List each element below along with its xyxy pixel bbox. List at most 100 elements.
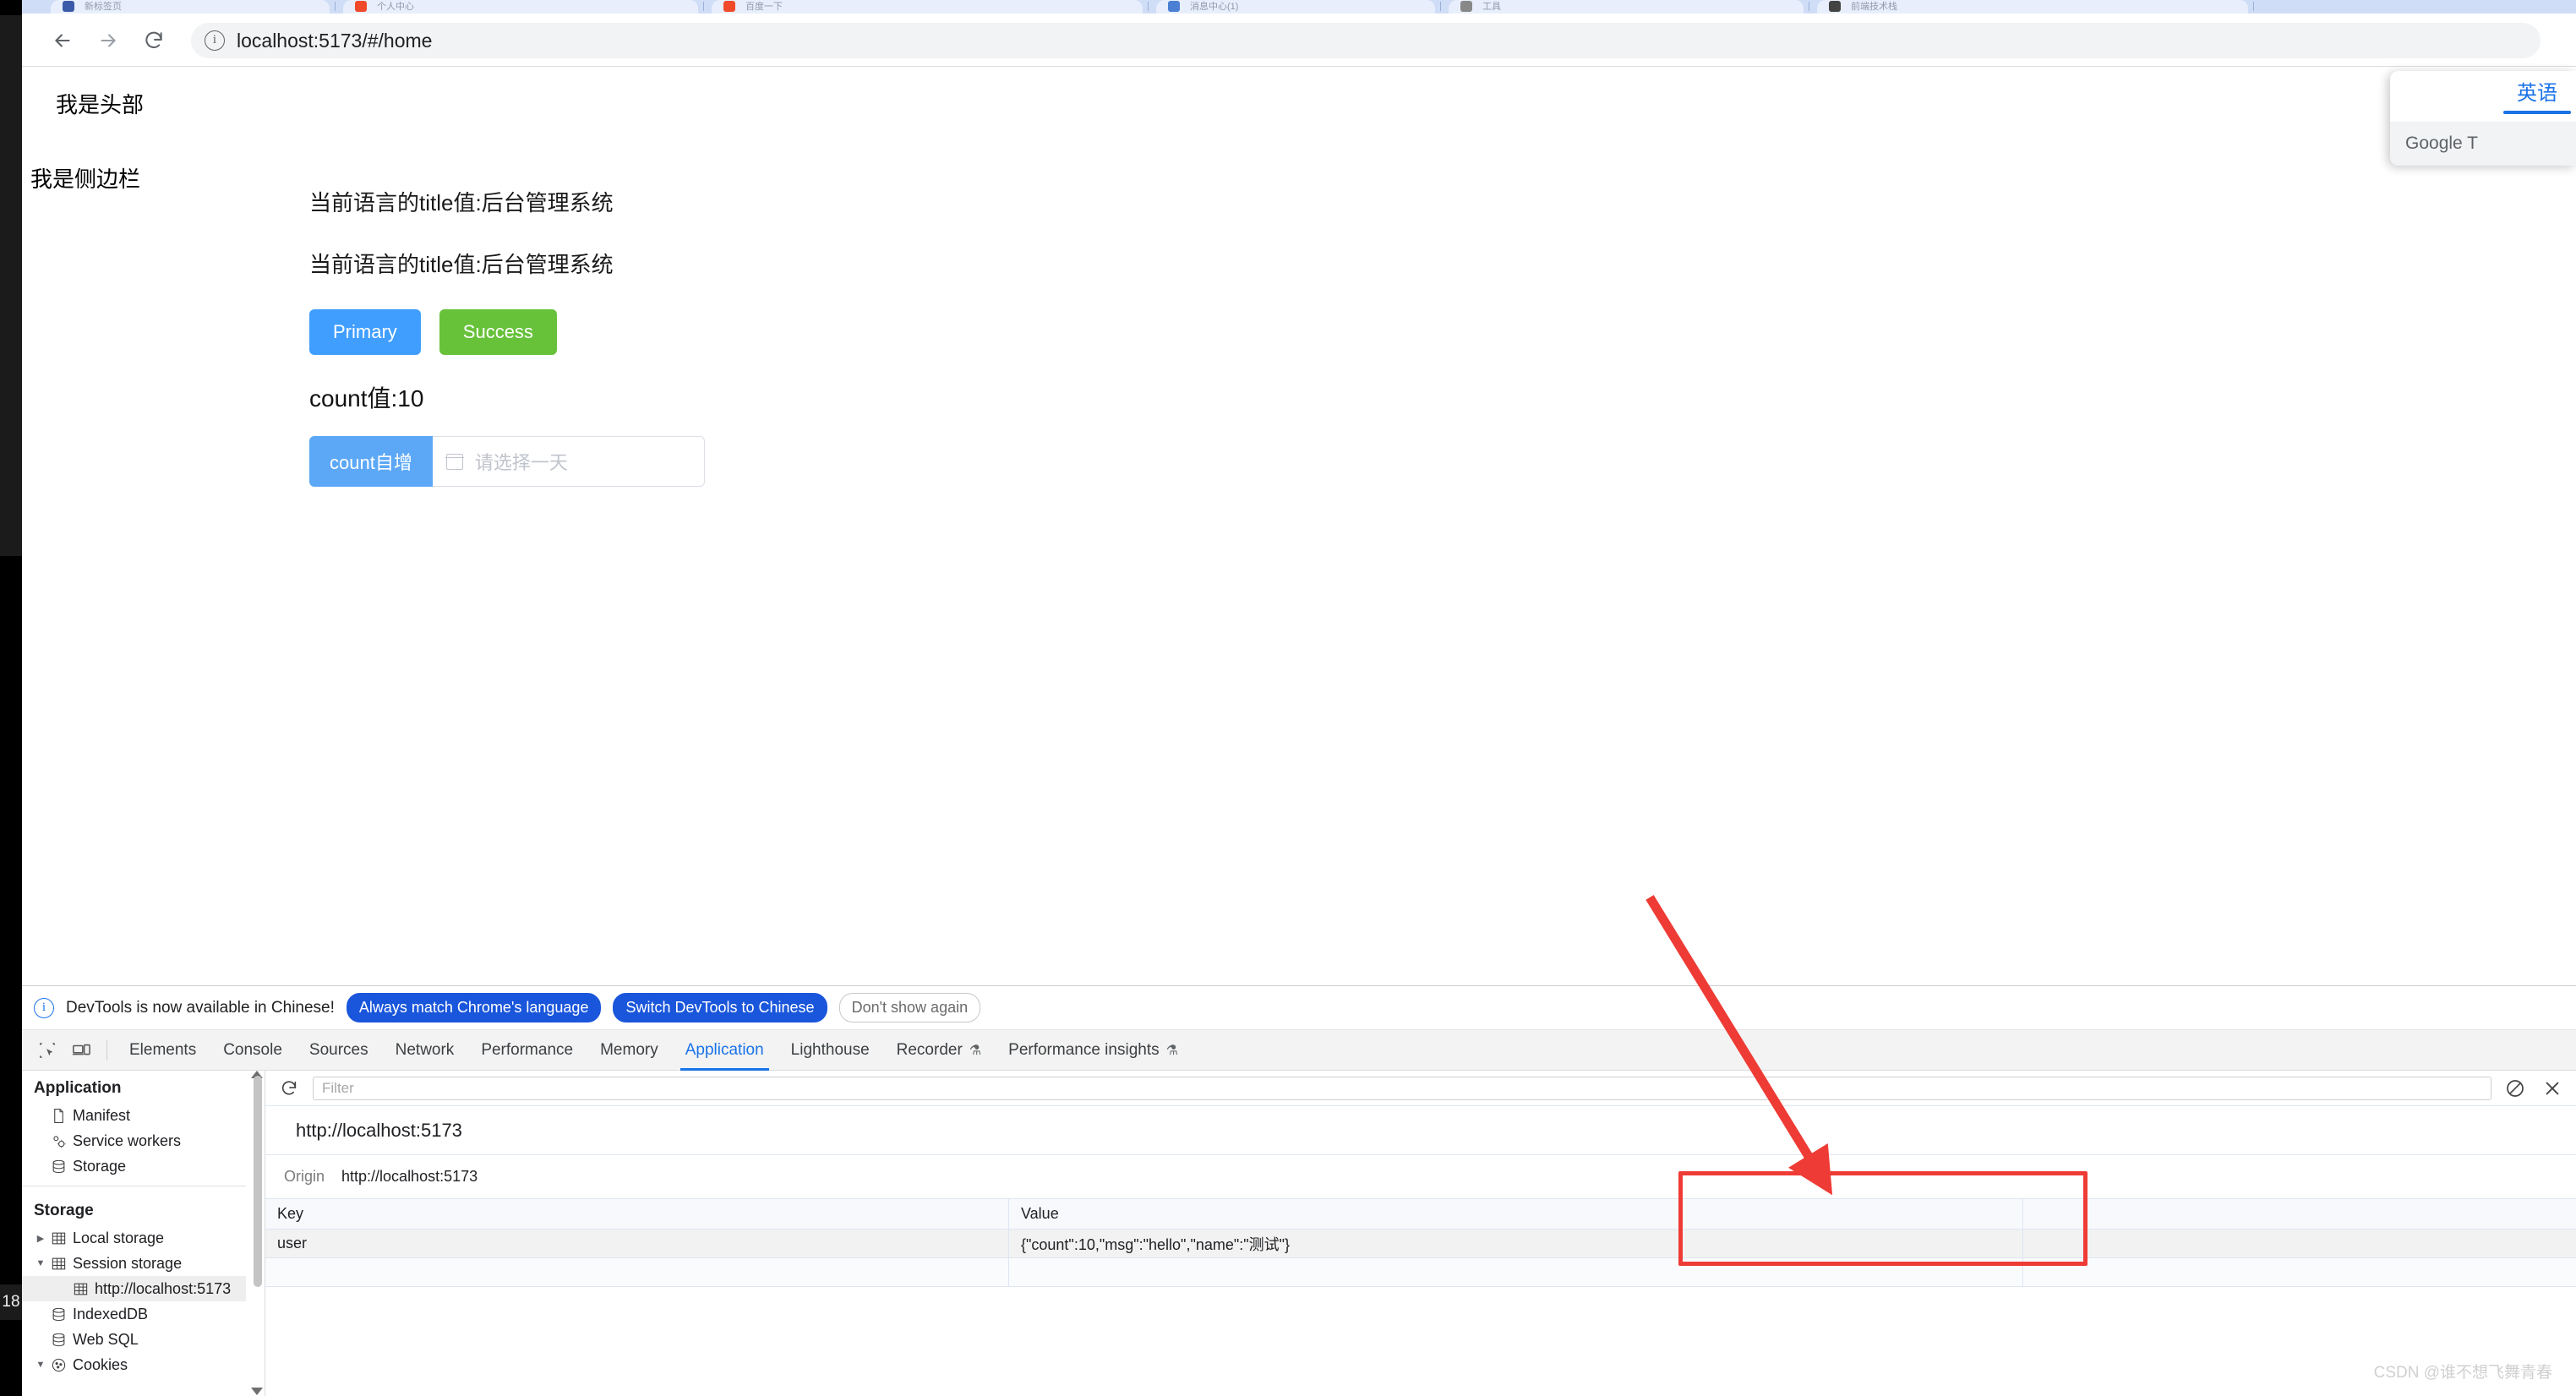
refresh-button[interactable] xyxy=(276,1075,303,1102)
browser-tab-label: 新标签页 xyxy=(85,2,122,12)
date-picker[interactable]: 请选择一天 xyxy=(432,436,705,487)
tab-separator xyxy=(335,2,336,11)
sidebar-item-service-workers[interactable]: Service workers xyxy=(22,1128,246,1153)
devtools-tab-label: Application xyxy=(685,1040,764,1059)
sidebar-item-indexeddb[interactable]: IndexedDB xyxy=(22,1301,246,1327)
arrow-right-icon xyxy=(101,34,116,47)
devtools-tab-sources[interactable]: Sources xyxy=(296,1030,382,1071)
twisty-collapsed-icon[interactable]: ▶ xyxy=(34,1233,47,1244)
devtools-tab-performance-insights[interactable]: Performance insights ⚗ xyxy=(995,1030,1192,1071)
count-display: count值:10 xyxy=(309,385,424,412)
sidebar-scrollbar[interactable] xyxy=(254,1076,262,1287)
success-button[interactable]: Success xyxy=(439,309,557,355)
devtools-tab-recorder[interactable]: Recorder ⚗ xyxy=(883,1030,996,1071)
twisty-expanded-icon[interactable]: ▼ xyxy=(34,1258,47,1268)
devtools-tab-label: Memory xyxy=(600,1040,658,1059)
google-translate-popup[interactable]: 英语 Google T xyxy=(2390,71,2576,166)
title-line-1: 当前语言的title值:后台管理系统 xyxy=(309,190,614,215)
browser-tab-strip[interactable]: 新标签页 个人中心 百度一下 消息中心(1) 工具 前端技术栈 xyxy=(0,0,2576,14)
table-row-empty[interactable] xyxy=(265,1258,2576,1287)
site-info-icon[interactable]: i xyxy=(205,30,225,51)
sidebar-item-label: IndexedDB xyxy=(73,1305,149,1322)
favicon-icon xyxy=(1829,1,1841,12)
address-bar[interactable]: i localhost:5173/#/home xyxy=(191,23,2541,58)
sidebar-item-storage[interactable]: Storage xyxy=(22,1153,246,1179)
device-toolbar-button[interactable] xyxy=(64,1033,98,1067)
cookie-icon xyxy=(47,1357,69,1373)
sidebar-item-web-sql[interactable]: Web SQL xyxy=(22,1327,246,1352)
app-aside-text: 我是侧边栏 xyxy=(30,166,141,192)
devtools-tab-label: Elements xyxy=(129,1040,197,1059)
experiment-flask-icon: ⚗ xyxy=(969,1043,982,1058)
notice-message: DevTools is now available in Chinese! xyxy=(66,998,335,1017)
back-button[interactable] xyxy=(47,25,78,56)
sidebar-item-cookies[interactable]: ▼ Cookies xyxy=(22,1352,246,1377)
devtools-tab-label: Performance xyxy=(481,1040,574,1059)
sidebar-item-label: Local storage xyxy=(73,1229,165,1246)
devtools-tab-performance[interactable]: Performance xyxy=(467,1030,587,1071)
sidebar-item-label: Storage xyxy=(73,1157,127,1175)
document-icon xyxy=(47,1108,69,1124)
devtools-language-notice: i DevTools is now available in Chinese! … xyxy=(22,986,2576,1030)
switch-devtools-chinese-button[interactable]: Switch DevTools to Chinese xyxy=(613,993,827,1022)
device-toolbar-icon xyxy=(72,1044,90,1055)
sidebar-item-label: http://localhost:5173 xyxy=(95,1279,232,1297)
inspect-element-button[interactable] xyxy=(30,1033,64,1067)
primary-button[interactable]: Primary xyxy=(309,309,421,355)
reload-icon xyxy=(145,31,162,49)
origin-title: http://localhost:5173 xyxy=(265,1106,2576,1155)
favicon-icon xyxy=(355,1,367,12)
sidebar-item-label: Manifest xyxy=(73,1106,131,1124)
devtools-panel: i DevTools is now available in Chinese! … xyxy=(22,985,2576,1396)
sidebar-section-application: Application xyxy=(34,1079,122,1097)
dont-show-again-button[interactable]: Don't show again xyxy=(838,993,981,1022)
left-gutter: 18 xyxy=(0,0,22,1396)
app-main-content: 当前语言的title值:后台管理系统 当前语言的title值:后台管理系统 Pr… xyxy=(309,186,705,487)
tab-separator xyxy=(1440,2,1441,11)
filter-input[interactable] xyxy=(313,1076,2491,1100)
devtools-body: Application Manifest Service workers Stora… xyxy=(22,1071,2576,1396)
sidebar-item-manifest[interactable]: Manifest xyxy=(22,1103,246,1128)
translate-tab-english[interactable]: 英语 xyxy=(2503,76,2576,117)
devtools-tab-lighthouse[interactable]: Lighthouse xyxy=(778,1030,883,1071)
cell-value: {"count":10,"msg":"hello","name":"测试"} xyxy=(1009,1230,2023,1257)
cell-value-empty xyxy=(1009,1258,2023,1286)
scroll-down-arrow[interactable] xyxy=(251,1388,263,1395)
translate-footer-label: Google T xyxy=(2390,122,2576,166)
column-header-key[interactable]: Key xyxy=(265,1199,1009,1229)
devtools-tab-console[interactable]: Console xyxy=(210,1030,296,1071)
twisty-expanded-icon[interactable]: ▼ xyxy=(34,1360,47,1370)
column-header-value[interactable]: Value xyxy=(1009,1199,2023,1229)
clear-all-button[interactable] xyxy=(2502,1075,2529,1102)
reload-button[interactable] xyxy=(139,25,169,56)
count-increment-button[interactable]: count自增 xyxy=(309,436,433,487)
forward-button[interactable] xyxy=(93,25,123,56)
experiment-flask-icon: ⚗ xyxy=(1165,1043,1178,1058)
origin-value: http://localhost:5173 xyxy=(341,1168,478,1185)
sidebar-item-label: Cookies xyxy=(73,1355,128,1373)
browser-tab-label: 前端技术栈 xyxy=(1851,2,1897,12)
browser-tab-label: 个人中心 xyxy=(377,2,414,12)
devtools-tab-elements[interactable]: Elements xyxy=(116,1030,210,1071)
devtools-tab-bar: Elements Console Sources Network Performance… xyxy=(22,1030,2576,1071)
sidebar-item-local-storage[interactable]: ▶ Local storage xyxy=(22,1225,246,1251)
always-match-language-button[interactable]: Always match Chrome's language xyxy=(346,993,602,1022)
devtools-tab-application[interactable]: Application xyxy=(672,1030,778,1071)
gears-icon xyxy=(47,1133,69,1149)
origin-row: Origin http://localhost:5173 xyxy=(265,1155,2576,1199)
database-icon xyxy=(47,1306,69,1322)
devtools-tab-memory[interactable]: Memory xyxy=(587,1030,672,1071)
browser-tab-label: 消息中心(1) xyxy=(1190,2,1239,12)
close-button[interactable] xyxy=(2539,1075,2566,1102)
browser-tab-label: 百度一下 xyxy=(745,2,783,12)
devtools-tab-network[interactable]: Network xyxy=(382,1030,468,1071)
table-row[interactable]: user {"count":10,"msg":"hello","name":"测… xyxy=(265,1230,2576,1258)
sidebar-item-session-storage[interactable]: ▼ Session storage xyxy=(22,1251,246,1276)
element-button-row: Primary Success xyxy=(309,309,705,355)
favicon-icon xyxy=(723,1,735,12)
storage-table: Key Value user {"count":10,"msg":"hello"… xyxy=(265,1199,2576,1287)
favicon-icon xyxy=(1168,1,1180,12)
sidebar-item-label: Service workers xyxy=(73,1132,182,1149)
origin-label: Origin xyxy=(284,1168,325,1185)
sidebar-item-http-localhost-5173[interactable]: http://localhost:5173 xyxy=(22,1276,246,1301)
